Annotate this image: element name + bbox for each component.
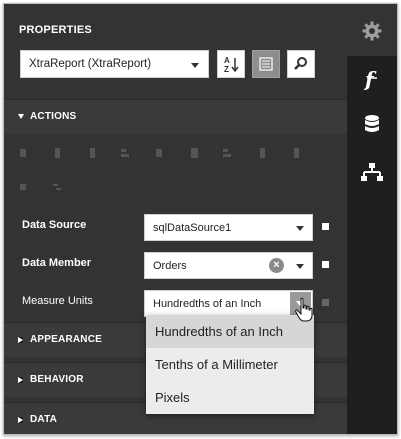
dropdown-option[interactable]: Tenths of a Millimeter: [146, 348, 314, 381]
send-to-back-icon[interactable]: [53, 182, 62, 192]
data-member-field[interactable]: Orders ×: [144, 252, 313, 279]
panel-title: PROPERTIES: [19, 24, 92, 36]
align-top-icon[interactable]: [121, 148, 130, 158]
properties-panel: PROPERTIES XtraReport (XtraReport) A Z A…: [4, 4, 347, 434]
categorized-view-icon: [259, 57, 273, 71]
data-source-property-marker[interactable]: [322, 223, 329, 230]
chevron-down-icon[interactable]: [296, 226, 304, 231]
section-appearance-label: APPEARANCE: [30, 334, 103, 345]
svg-text:f: f: [363, 68, 377, 90]
section-actions-label: ACTIONS: [30, 111, 77, 122]
section-behavior-label: BEHAVIOR: [30, 374, 84, 385]
expand-triangle-icon: [18, 417, 23, 423]
make-same-width-icon[interactable]: [223, 148, 232, 158]
data-source-field[interactable]: sqlDataSource1: [144, 214, 313, 241]
search-button[interactable]: [287, 50, 315, 78]
align-left-icon[interactable]: [19, 148, 28, 158]
section-data-label: DATA: [30, 414, 58, 425]
measure-units-field[interactable]: Hundredths of an Inch: [144, 290, 313, 317]
gear-icon[interactable]: [362, 21, 382, 41]
chevron-down-icon: [191, 63, 199, 68]
align-middle-icon[interactable]: [155, 148, 164, 158]
measure-units-dropdown: Hundredths of an Inch Tenths of a Millim…: [146, 315, 314, 414]
database-icon[interactable]: [363, 114, 381, 136]
measure-units-property-marker[interactable]: [322, 299, 329, 306]
data-source-value: sqlDataSource1: [153, 222, 232, 234]
dropdown-option[interactable]: Hundredths of an Inch: [146, 315, 314, 348]
data-member-property-marker[interactable]: [322, 261, 329, 268]
search-icon: [294, 57, 307, 70]
measure-units-label: Measure Units: [22, 295, 93, 307]
component-selector[interactable]: XtraReport (XtraReport): [20, 50, 209, 78]
align-center-icon[interactable]: [53, 148, 62, 158]
sort-alphabetically-icon: A Z: [224, 56, 239, 74]
component-selector-value: XtraReport (XtraReport): [29, 58, 152, 70]
side-tab-bar: f: [347, 4, 397, 434]
make-same-size-icon[interactable]: [292, 148, 301, 158]
hand-cursor-icon: [295, 297, 313, 322]
data-member-label: Data Member: [22, 257, 92, 269]
svg-text:A: A: [224, 56, 230, 65]
collapse-triangle-icon: [18, 114, 24, 119]
clear-icon[interactable]: ×: [269, 258, 284, 273]
chevron-down-icon[interactable]: [296, 264, 304, 269]
svg-text:Z: Z: [224, 65, 229, 74]
function-icon[interactable]: f: [363, 68, 381, 90]
bring-to-front-icon[interactable]: [19, 182, 28, 192]
categorized-view-button[interactable]: [252, 50, 280, 78]
dropdown-option[interactable]: Pixels: [146, 381, 314, 414]
hierarchy-icon[interactable]: [361, 162, 383, 184]
make-same-height-icon[interactable]: [258, 148, 267, 158]
expand-triangle-icon: [18, 337, 23, 343]
align-right-icon[interactable]: [88, 148, 97, 158]
expand-triangle-icon: [18, 377, 23, 383]
align-bottom-icon[interactable]: [190, 148, 199, 158]
data-source-label: Data Source: [22, 219, 87, 231]
sort-alphabetically-button[interactable]: A Z: [217, 50, 245, 78]
section-actions[interactable]: ACTIONS: [4, 99, 347, 134]
properties-window: PROPERTIES XtraReport (XtraReport) A Z A…: [3, 3, 398, 435]
measure-units-value: Hundredths of an Inch: [153, 298, 262, 310]
data-member-value: Orders: [153, 260, 187, 272]
